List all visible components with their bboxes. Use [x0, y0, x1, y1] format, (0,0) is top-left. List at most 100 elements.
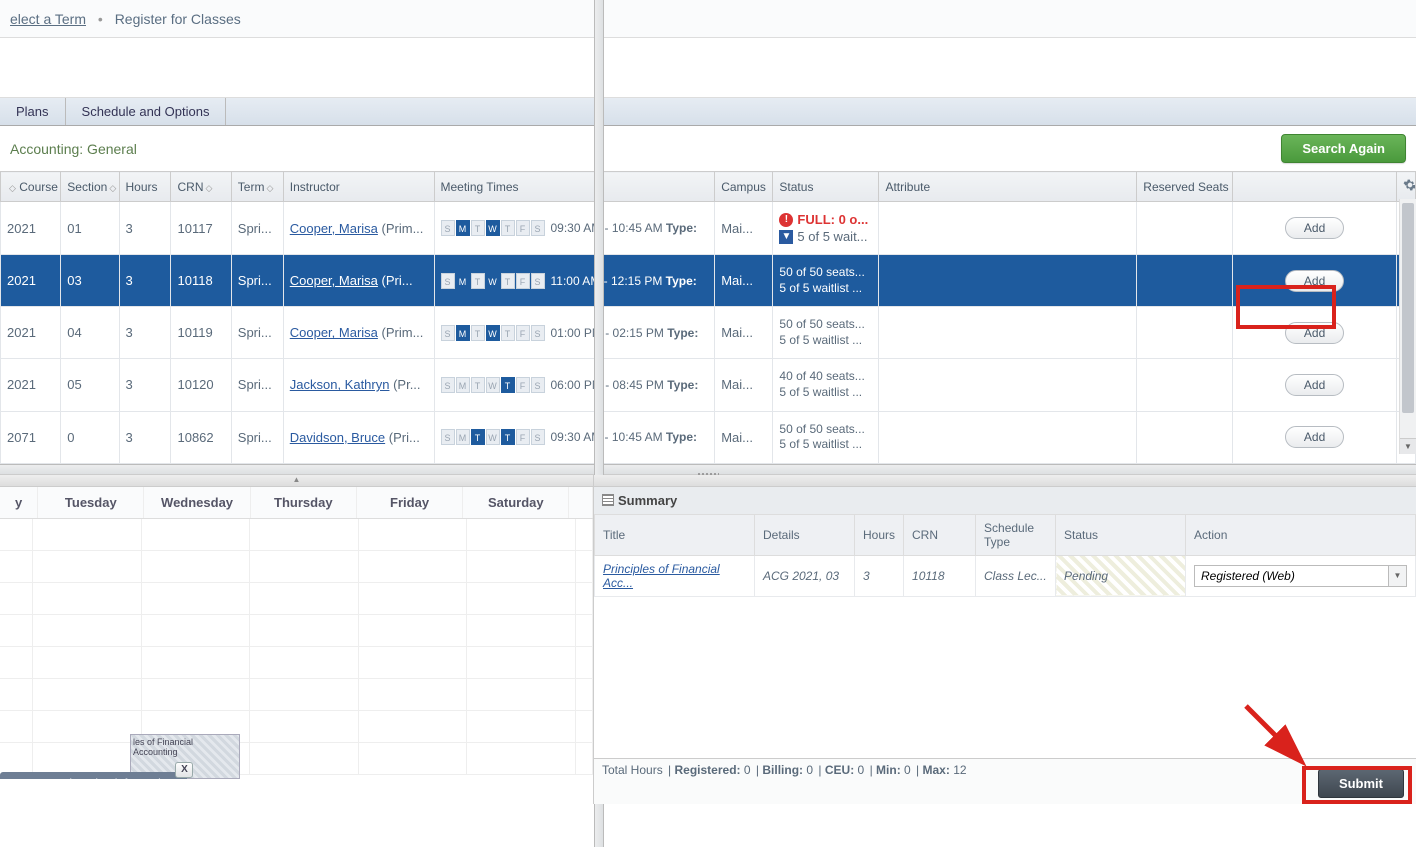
cell-course: 2021	[1, 307, 61, 359]
summary-action-select[interactable]	[1194, 565, 1389, 587]
totals-max: 12	[953, 763, 966, 777]
summary-table: Title Details Hours CRN Schedule Type St…	[594, 514, 1416, 597]
sum-col-details[interactable]: Details	[755, 514, 855, 555]
add-button[interactable]: Add	[1285, 322, 1344, 344]
cell-meeting: SMTWTFS11:00 AM - 12:15 PM Type:	[434, 255, 715, 307]
cell-campus: Mai...	[715, 255, 773, 307]
col-term[interactable]: Term◇	[231, 172, 283, 202]
add-button[interactable]: Add	[1285, 374, 1344, 396]
cal-day-y: y	[0, 487, 38, 518]
cell-reserved	[1137, 307, 1233, 359]
col-attribute[interactable]: Attribute	[879, 172, 1137, 202]
cell-add: Add	[1232, 411, 1396, 463]
breadcrumb-sep: •	[98, 11, 103, 27]
cell-instructor: Davidson, Bruce (Pri...	[283, 411, 434, 463]
totals-label: Total Hours	[602, 763, 663, 777]
col-status[interactable]: Status	[773, 172, 879, 202]
cell-term: Spri...	[231, 307, 283, 359]
col-section[interactable]: Section◇	[61, 172, 119, 202]
add-button[interactable]: Add	[1285, 217, 1344, 239]
instructor-link[interactable]: Cooper, Marisa	[290, 325, 378, 340]
cell-section: 0	[61, 411, 119, 463]
result-row[interactable]: 2021 03 3 10118 Spri... Cooper, Marisa (…	[1, 255, 1416, 307]
tab-schedule-options[interactable]: Schedule and Options	[66, 98, 227, 125]
cell-term: Spri...	[231, 411, 283, 463]
add-button[interactable]: Add	[1285, 270, 1344, 292]
instructor-link[interactable]: Cooper, Marisa	[290, 221, 378, 236]
results-scrollbar[interactable]: ▼	[1399, 199, 1416, 454]
sum-col-hours[interactable]: Hours	[855, 514, 904, 555]
cell-campus: Mai...	[715, 359, 773, 411]
cell-term: Spri...	[231, 202, 283, 255]
summary-title: Summary	[618, 493, 677, 508]
cell-crn: 10117	[171, 202, 231, 255]
cell-add: Add	[1232, 202, 1396, 255]
totals-reg: 0	[744, 763, 751, 777]
cal-day-extra	[569, 487, 593, 518]
col-instructor[interactable]: Instructor	[283, 172, 434, 202]
col-gear[interactable]	[1397, 172, 1416, 202]
col-reserved[interactable]: Reserved Seats	[1137, 172, 1233, 202]
breadcrumb-prev[interactable]: elect a Term	[10, 11, 86, 27]
cell-crn: 10120	[171, 359, 231, 411]
cell-campus: Mai...	[715, 202, 773, 255]
result-row[interactable]: 2071 0 3 10862 Spri... Davidson, Bruce (…	[1, 411, 1416, 463]
calendar-notch[interactable]	[0, 475, 593, 487]
cell-term: Spri...	[231, 255, 283, 307]
cell-add: Add	[1232, 359, 1396, 411]
summary-panel: Summary Title Details Hours CRN Schedule…	[594, 475, 1416, 804]
sum-col-title[interactable]: Title	[595, 514, 755, 555]
cell-meeting: SMTWTFS09:30 AM - 10:45 AM Type:	[434, 202, 715, 255]
calendar-panel: y Tuesday Wednesday Thursday Friday Satu…	[0, 475, 594, 804]
totals-bill: 0	[806, 763, 813, 777]
result-row[interactable]: 2021 04 3 10119 Spri... Cooper, Marisa (…	[1, 307, 1416, 359]
sum-col-crn[interactable]: CRN	[904, 514, 976, 555]
full-icon: !	[779, 213, 793, 227]
summary-action-dropdown[interactable]: ▼	[1389, 565, 1407, 587]
totals-ceu: 0	[858, 763, 865, 777]
result-row[interactable]: 2021 01 3 10117 Spri... Cooper, Marisa (…	[1, 202, 1416, 255]
cell-status: !FULL: 0 o...▼5 of 5 wait...	[773, 202, 879, 255]
summary-notch[interactable]	[594, 475, 1416, 487]
instructor-link[interactable]: Cooper, Marisa	[290, 273, 378, 288]
tooltip-close[interactable]: X	[175, 762, 193, 778]
col-course[interactable]: ◇ Course ⌃	[1, 172, 61, 202]
cell-section: 03	[61, 255, 119, 307]
col-crn[interactable]: CRN◇	[171, 172, 231, 202]
instructor-link[interactable]: Jackson, Kathryn	[290, 377, 390, 392]
cell-attribute	[879, 359, 1137, 411]
day-of-week: SMTWTFS	[441, 273, 545, 289]
col-hours[interactable]: Hours	[119, 172, 171, 202]
cell-add: Add	[1232, 307, 1396, 359]
cell-meeting: SMTWTFS06:00 PM - 08:45 PM Type:	[434, 359, 715, 411]
submit-button[interactable]: Submit	[1318, 769, 1404, 798]
breadcrumb-current: Register for Classes	[115, 11, 241, 27]
cell-instructor: Jackson, Kathryn (Pr...	[283, 359, 434, 411]
tab-plans[interactable]: Plans	[0, 98, 66, 125]
instructor-link[interactable]: Davidson, Bruce	[290, 430, 385, 445]
cell-campus: Mai...	[715, 411, 773, 463]
cell-crn: 10862	[171, 411, 231, 463]
summary-action-cell: ▼	[1186, 555, 1416, 596]
summary-course-link[interactable]: Principles of Financial Acc...	[603, 562, 720, 590]
result-row[interactable]: 2021 05 3 10120 Spri... Jackson, Kathryn…	[1, 359, 1416, 411]
sum-col-status[interactable]: Status	[1056, 514, 1186, 555]
scrollbar-thumb[interactable]	[1402, 203, 1414, 413]
col-actions	[1232, 172, 1396, 202]
col-campus[interactable]: Campus	[715, 172, 773, 202]
cell-status: 50 of 50 seats...5 of 5 waitlist ...	[773, 307, 879, 359]
sum-col-sched[interactable]: Schedule Type	[976, 514, 1056, 555]
search-again-button[interactable]: Search Again	[1281, 134, 1406, 163]
add-button[interactable]: Add	[1285, 426, 1344, 448]
totals-ceu-label: CEU:	[825, 763, 854, 777]
sum-col-action[interactable]: Action	[1186, 514, 1416, 555]
cell-meeting: SMTWTFS01:00 PM - 02:15 PM Type:	[434, 307, 715, 359]
horizontal-splitter[interactable]	[0, 464, 1416, 474]
day-of-week: SMTWTFS	[441, 325, 545, 341]
cell-attribute	[879, 411, 1137, 463]
col-meeting[interactable]: Meeting Times	[434, 172, 715, 202]
waitlist-icon: ▼	[779, 230, 793, 244]
scrollbar-down-arrow[interactable]: ▼	[1400, 438, 1416, 454]
tabs: Plans Schedule and Options	[0, 98, 1416, 126]
cell-crn: 10118	[171, 255, 231, 307]
